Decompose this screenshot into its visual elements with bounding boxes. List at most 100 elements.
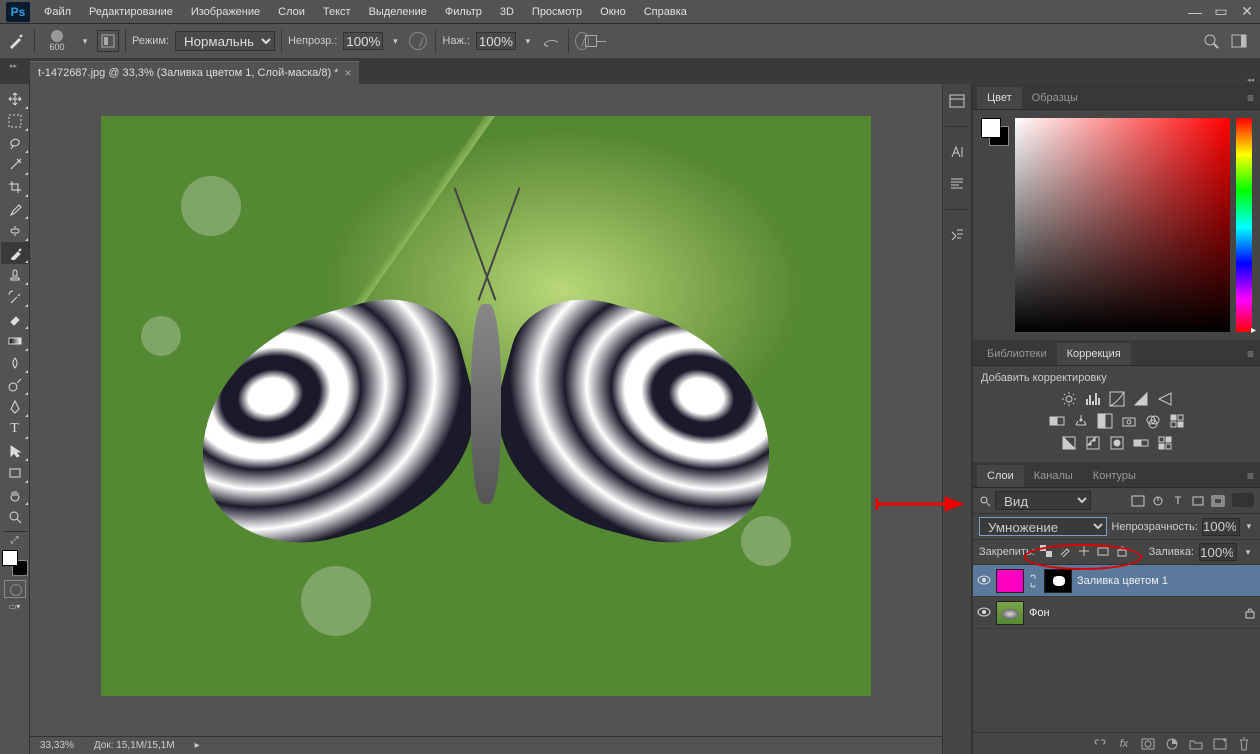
magic-wand-tool[interactable]: [1, 154, 29, 176]
doc-info-arrow[interactable]: ▸: [195, 740, 200, 751]
lasso-tool[interactable]: [1, 132, 29, 154]
search-icon[interactable]: [1200, 30, 1222, 52]
quick-mask-toggle[interactable]: [4, 580, 26, 598]
path-select-tool[interactable]: [1, 440, 29, 462]
gradient-tool[interactable]: [1, 330, 29, 352]
fill-input[interactable]: [1199, 543, 1237, 561]
menu-view[interactable]: Просмотр: [524, 2, 590, 22]
pen-tool[interactable]: [1, 396, 29, 418]
screen-mode-toggle[interactable]: ▭▾: [9, 602, 21, 611]
tab-libraries[interactable]: Библиотеки: [977, 343, 1057, 365]
paragraph-panel-icon[interactable]: [946, 173, 968, 195]
curves-icon[interactable]: [1108, 390, 1126, 408]
visibility-toggle[interactable]: [977, 606, 991, 620]
fill-dropdown-arrow[interactable]: ▾: [1242, 547, 1254, 558]
minimize-button[interactable]: —: [1182, 2, 1208, 22]
history-brush-tool[interactable]: [1, 286, 29, 308]
doc-size-info[interactable]: Док: 15,1M/15,1M: [94, 740, 175, 751]
maximize-button[interactable]: ▭: [1208, 2, 1234, 22]
artboard[interactable]: [101, 116, 871, 696]
crop-tool[interactable]: [1, 176, 29, 198]
hand-tool[interactable]: [1, 484, 29, 506]
vibrance-icon[interactable]: [1156, 390, 1174, 408]
exposure-icon[interactable]: [1132, 390, 1150, 408]
color-balance-icon[interactable]: [1072, 412, 1090, 430]
dodge-tool[interactable]: [1, 374, 29, 396]
filter-pixel-icon[interactable]: [1130, 493, 1146, 509]
layer-row-background[interactable]: Фон: [973, 597, 1260, 629]
blend-mode-dropdown[interactable]: Умножение: [979, 517, 1107, 536]
levels-icon[interactable]: [1084, 390, 1102, 408]
delete-layer-icon[interactable]: [1236, 736, 1252, 752]
menu-file[interactable]: Файл: [36, 2, 79, 22]
document-tab[interactable]: t-1472687.jpg @ 33,3% (Заливка цветом 1,…: [30, 61, 359, 84]
layer-opacity-input[interactable]: [1202, 518, 1240, 536]
selective-color-icon[interactable]: [1156, 434, 1174, 452]
filter-search-icon[interactable]: [979, 495, 991, 507]
bw-icon[interactable]: [1096, 412, 1114, 430]
tab-channels[interactable]: Каналы: [1024, 465, 1083, 487]
layer-name[interactable]: Заливка цветом 1: [1077, 575, 1168, 587]
close-button[interactable]: ✕: [1234, 2, 1260, 22]
type-tool[interactable]: T: [1, 418, 29, 440]
color-lookup-icon[interactable]: [1168, 412, 1186, 430]
tab-color[interactable]: Цвет: [977, 87, 1022, 109]
link-layers-icon[interactable]: [1092, 736, 1108, 752]
menu-3d[interactable]: 3D: [492, 2, 522, 22]
filter-adjust-icon[interactable]: [1150, 493, 1166, 509]
invert-icon[interactable]: [1060, 434, 1078, 452]
flow-arrow[interactable]: ▾: [522, 36, 534, 47]
menu-edit[interactable]: Редактирование: [81, 2, 181, 22]
workspace-icon[interactable]: [1228, 30, 1250, 52]
history-panel-icon[interactable]: [946, 90, 968, 112]
color-field[interactable]: [1015, 118, 1230, 332]
gradient-map-icon[interactable]: [1132, 434, 1150, 452]
group-icon[interactable]: [1188, 736, 1204, 752]
layer-mask-icon[interactable]: [1140, 736, 1156, 752]
visibility-toggle[interactable]: [977, 574, 991, 588]
current-tool-icon[interactable]: [4, 29, 28, 53]
stamp-tool[interactable]: [1, 264, 29, 286]
menu-select[interactable]: Выделение: [361, 2, 435, 22]
channel-mixer-icon[interactable]: [1144, 412, 1162, 430]
menu-text[interactable]: Текст: [315, 2, 359, 22]
tab-swatches[interactable]: Образцы: [1022, 87, 1088, 109]
adjustments-panel-menu-icon[interactable]: ≡: [1241, 343, 1260, 365]
tab-adjustments[interactable]: Коррекция: [1057, 343, 1131, 365]
menu-help[interactable]: Справка: [636, 2, 695, 22]
layer-name[interactable]: Фон: [1029, 607, 1050, 619]
layer-style-icon[interactable]: fx: [1116, 736, 1132, 752]
posterize-icon[interactable]: [1084, 434, 1102, 452]
tab-layers[interactable]: Слои: [977, 465, 1024, 487]
filter-toggle[interactable]: [1232, 493, 1254, 507]
rectangle-tool[interactable]: [1, 462, 29, 484]
flow-input[interactable]: [476, 32, 516, 50]
properties-panel-icon[interactable]: [946, 224, 968, 246]
new-layer-icon[interactable]: [1212, 736, 1228, 752]
layer-row-fill[interactable]: Заливка цветом 1: [973, 565, 1260, 597]
foreground-background-colors[interactable]: [2, 550, 28, 576]
menu-layers[interactable]: Слои: [270, 2, 313, 22]
filter-shape-icon[interactable]: [1190, 493, 1206, 509]
brush-preset-arrow[interactable]: ▾: [79, 36, 91, 47]
eyedropper-tool[interactable]: [1, 198, 29, 220]
marquee-tool[interactable]: [1, 110, 29, 132]
pressure-opacity-icon[interactable]: [407, 30, 429, 52]
document-close-icon[interactable]: ×: [344, 66, 351, 80]
opacity-dropdown-arrow[interactable]: ▾: [1244, 521, 1254, 532]
opacity-input[interactable]: [343, 32, 383, 50]
swap-colors-icon[interactable]: ⤢: [3, 535, 27, 546]
menu-image[interactable]: Изображение: [183, 2, 268, 22]
brush-preset-picker[interactable]: 600: [41, 27, 73, 55]
eraser-tool[interactable]: [1, 308, 29, 330]
opacity-arrow[interactable]: ▾: [389, 36, 401, 47]
blend-mode-select[interactable]: Нормальный: [175, 31, 275, 51]
layer-filter-kind[interactable]: Вид: [995, 491, 1091, 510]
brush-panel-toggle[interactable]: [97, 30, 119, 52]
airbrush-icon[interactable]: [540, 30, 562, 52]
zoom-tool[interactable]: [1, 506, 29, 528]
color-panel-menu-icon[interactable]: ≡: [1241, 87, 1260, 109]
foreground-color[interactable]: [2, 550, 18, 566]
filter-smart-icon[interactable]: [1210, 493, 1226, 509]
filter-type-icon[interactable]: T: [1170, 493, 1186, 509]
